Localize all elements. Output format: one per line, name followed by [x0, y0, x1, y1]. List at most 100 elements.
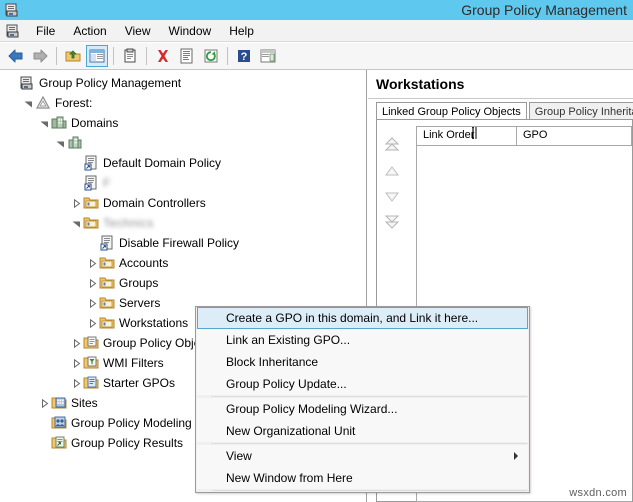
menu-window[interactable]: Window: [160, 22, 221, 40]
move-to-top-button[interactable]: [379, 132, 405, 158]
menu-help[interactable]: Help: [220, 22, 263, 40]
delete-icon[interactable]: [152, 45, 174, 67]
toolbar-separator: [56, 47, 57, 65]
tree-item-default-domain-policy[interactable]: Default Domain Policy: [0, 153, 366, 173]
properties-icon[interactable]: [119, 45, 141, 67]
toolbar-separator: [227, 47, 228, 65]
ou-folder-icon: [99, 295, 115, 311]
context-menu-item-link-an-existing-gpo[interactable]: Link an Existing GPO...: [197, 329, 528, 351]
chevron-right-icon: [514, 452, 518, 460]
tab-linked-group-policy-objects[interactable]: Linked Group Policy Objects: [376, 102, 527, 120]
chevron-right-icon[interactable]: [69, 373, 83, 393]
show-hide-action-pane-icon[interactable]: [257, 45, 279, 67]
tree-item-label: Accounts: [119, 256, 169, 270]
report-icon[interactable]: [176, 45, 198, 67]
gpo-link-icon: [83, 155, 99, 171]
wmi-filter-icon: [83, 355, 99, 371]
domain-icon: [67, 135, 83, 151]
tree-item-group-policy-management[interactable]: Group Policy Management: [0, 73, 366, 93]
context-menu-item-label: Group Policy Update...: [226, 377, 347, 391]
tree-item-groups[interactable]: Groups: [0, 273, 366, 293]
gpmc-console-icon: [5, 23, 21, 39]
move-down-button[interactable]: [379, 184, 405, 210]
context-menu-separator: [214, 396, 527, 397]
tree-item-label: Starter GPOs: [103, 376, 176, 390]
context-menu-item-label: Block Inheritance: [226, 355, 319, 369]
gp-results-icon: [51, 435, 67, 451]
chevron-right-icon[interactable]: [85, 293, 99, 313]
tree-item-label: F: [103, 176, 111, 190]
menu-action[interactable]: Action: [64, 22, 115, 40]
tree-item-domain-controllers[interactable]: Domain Controllers: [0, 193, 366, 213]
context-menu-item-group-policy-update[interactable]: Group Policy Update...: [197, 373, 528, 395]
up-one-level-icon[interactable]: [62, 45, 84, 67]
detail-header-divider: [368, 98, 633, 99]
tree-item-label: Sites: [71, 396, 98, 410]
gpo-link-icon: [83, 175, 99, 191]
tree-item-accounts[interactable]: Accounts: [0, 253, 366, 273]
chevron-right-icon[interactable]: [85, 253, 99, 273]
context-menu-item-label: Group Policy Modeling Wizard...: [226, 402, 398, 416]
context-menu-separator: [214, 443, 527, 444]
menu-view[interactable]: View: [116, 22, 160, 40]
chevron-right-icon[interactable]: [69, 333, 83, 353]
gp-modeling-icon: [51, 415, 67, 431]
tree-item-label: Group Policy Modeling: [71, 416, 192, 430]
show-hide-console-tree-icon[interactable]: [86, 45, 108, 67]
context-menu-item-block-inheritance[interactable]: Block Inheritance: [197, 351, 528, 373]
starter-gpo-icon: [83, 375, 99, 391]
context-menu-item-group-policy-modeling-wizard[interactable]: Group Policy Modeling Wizard...: [197, 398, 528, 420]
chevron-right-icon[interactable]: [69, 353, 83, 373]
tree-item-label: Groups: [119, 276, 159, 290]
context-menu-separator: [214, 490, 527, 491]
detail-pane-title: Workstations: [376, 76, 465, 92]
gpo-link-icon: [99, 235, 115, 251]
move-to-bottom-button[interactable]: [379, 210, 405, 236]
ou-folder-icon: [83, 195, 99, 211]
chevron-right-icon[interactable]: [85, 273, 99, 293]
chevron-right-icon[interactable]: [69, 193, 83, 213]
chevron-down-icon[interactable]: [53, 133, 67, 153]
forest-icon: [35, 95, 51, 111]
tree-item-disable-firewall-policy[interactable]: Disable Firewall Policy: [0, 233, 366, 253]
refresh-icon[interactable]: [200, 45, 222, 67]
gpmc-console-icon: [4, 2, 20, 18]
context-menu-item-new-window-from-here[interactable]: New Window from Here: [197, 467, 528, 489]
chevron-right-icon[interactable]: [85, 313, 99, 333]
tab-group-policy-inheritance[interactable]: Group Policy Inherita: [528, 102, 633, 120]
tree-item-f[interactable]: F: [0, 173, 366, 193]
tree-item-label: Domain Controllers: [103, 196, 206, 210]
tree-item-technics[interactable]: Technics: [0, 213, 366, 233]
chevron-down-icon[interactable]: [21, 93, 35, 113]
menu-file[interactable]: File: [27, 22, 64, 40]
context-menu-item-create-a-gpo-in-this-domain-and-link-it-here[interactable]: Create a GPO in this domain, and Link it…: [197, 307, 528, 329]
tree-item-label: Servers: [119, 296, 161, 310]
help-icon[interactable]: ?: [233, 45, 255, 67]
toolbar-separator: [146, 47, 147, 65]
toolbar: ?: [0, 43, 633, 70]
back-icon[interactable]: [5, 45, 27, 67]
redacted-text: Technics: [103, 216, 154, 230]
context-menu-item-new-organizational-unit[interactable]: New Organizational Unit: [197, 420, 528, 442]
column-header-link-order[interactable]: Link Order: [417, 127, 517, 145]
context-menu-item-view[interactable]: View: [197, 445, 528, 467]
ou-folder-icon: [99, 255, 115, 271]
tree-item-domains[interactable]: Domains: [0, 113, 366, 133]
context-menu[interactable]: Create a GPO in this domain, and Link it…: [195, 306, 530, 493]
tree-item-label: Workstations: [119, 316, 189, 330]
tree-item-redacted[interactable]: [0, 133, 366, 153]
menu-bar: File Action View Window Help: [0, 20, 633, 42]
tree-item-forest[interactable]: Forest:: [0, 93, 366, 113]
grid-header-row: Link Order GPO: [417, 127, 632, 146]
tree-item-label: Default Domain Policy: [103, 156, 222, 170]
forward-icon[interactable]: [29, 45, 51, 67]
context-menu-item-label: Create a GPO in this domain, and Link it…: [226, 311, 479, 325]
chevron-down-icon[interactable]: [37, 113, 51, 133]
move-up-button[interactable]: [379, 158, 405, 184]
chevron-down-icon[interactable]: [69, 213, 83, 233]
chevron-right-icon[interactable]: [37, 393, 51, 413]
column-header-gpo[interactable]: GPO: [517, 127, 632, 145]
